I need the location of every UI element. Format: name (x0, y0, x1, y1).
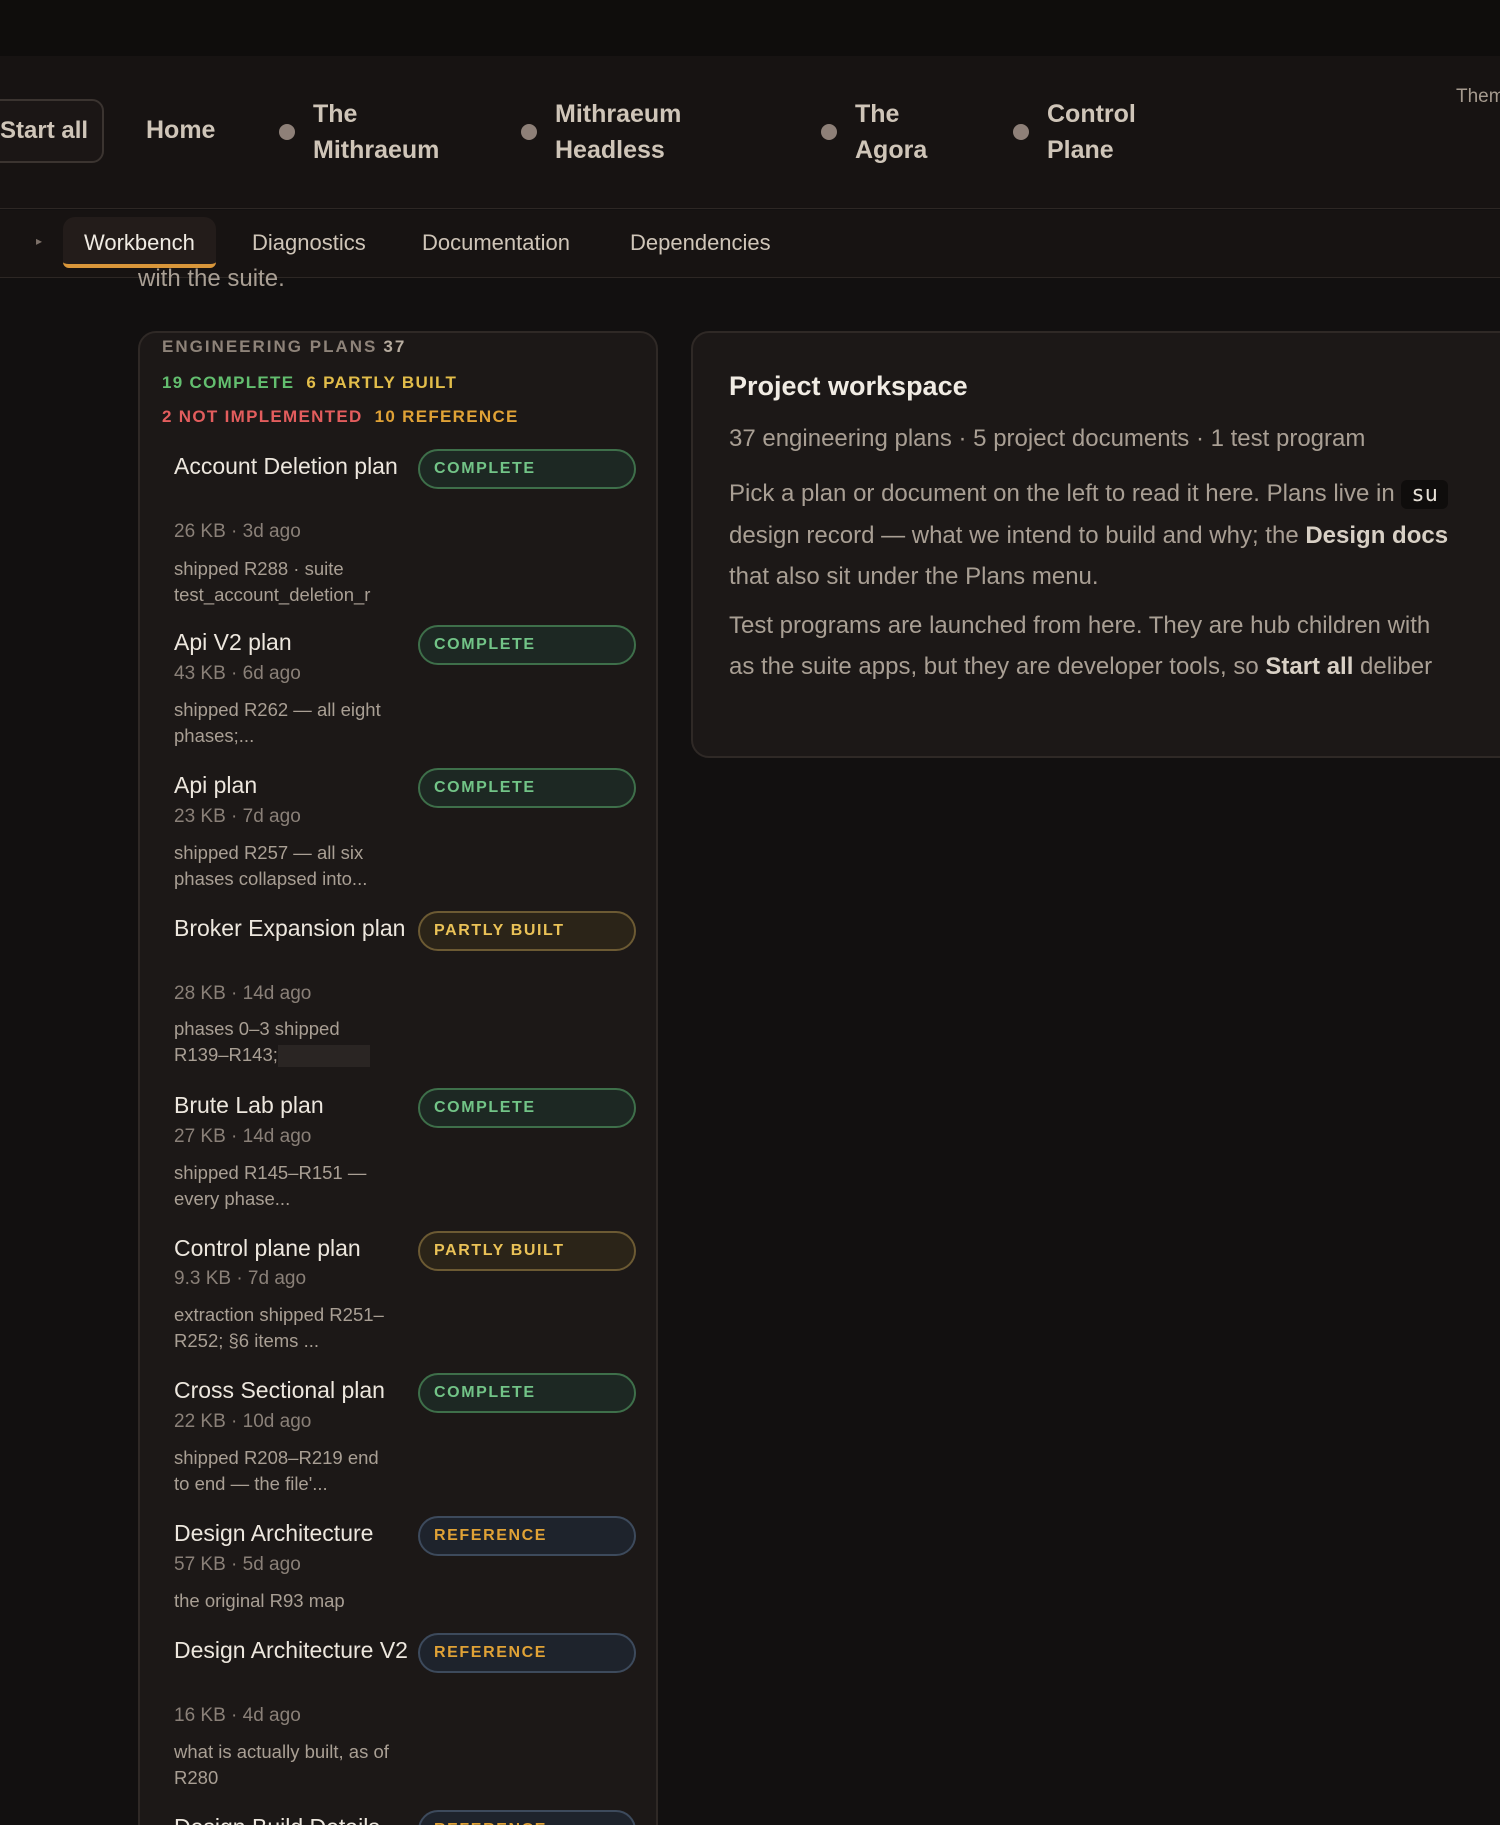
caret-right-icon[interactable]: ▸ (36, 234, 42, 248)
status-badge: COMPLETE (418, 449, 636, 489)
status-badge: COMPLETE (418, 1088, 636, 1128)
plan-meta: 9.3 KB · 7d ago (174, 1268, 307, 1289)
nav-label: The Agora (855, 100, 928, 164)
count-not-implemented[interactable]: 2 NOT IMPLEMENTED (162, 407, 363, 426)
plan-meta: 23 KB · 7d ago (174, 806, 301, 827)
workspace-summary: 37 engineering plans · 5 project documen… (729, 425, 1366, 452)
app-header: Start all Home The Mithraeum Mithraeum Hea… (0, 56, 1500, 209)
status-badge: REFERENCE (418, 1633, 636, 1673)
start-all-button[interactable]: Start all (0, 99, 104, 163)
tab-documentation[interactable]: Documentation (422, 217, 570, 268)
nav-label: The Mithraeum (313, 100, 440, 164)
plan-title: Design Build Details (174, 1810, 414, 1825)
status-counts: 19 COMPLETE 6 PARTLY BUILT (162, 373, 457, 393)
plan-description: phases 0–3 shipped R139–R143; (174, 1016, 394, 1070)
nav-the-mithraeum[interactable]: The Mithraeum (279, 96, 439, 168)
plan-meta: 43 KB · 6d ago (174, 663, 301, 684)
path-code: su (1401, 480, 1448, 509)
status-dot-icon (521, 124, 537, 140)
status-dot-icon (821, 124, 837, 140)
plan-description: shipped R288 · suite test_account_deleti… (174, 558, 371, 605)
plan-meta: 28 KB · 14d ago (174, 983, 312, 1004)
plan-meta: 57 KB · 5d ago (174, 1554, 301, 1575)
plan-meta: 16 KB · 4d ago (174, 1705, 301, 1726)
engineering-plans-panel: ENGINEERING PLANS 37 19 COMPLETE 6 PARTLY … (138, 331, 658, 1825)
status-dot-icon (279, 124, 295, 140)
nav-mithraeum-headless[interactable]: Mithraeum Headless (521, 96, 681, 168)
start-all-emphasis: Start all (1265, 653, 1354, 680)
status-counts-2: 2 NOT IMPLEMENTED 10 REFERENCE (162, 407, 519, 427)
nav-the-agora[interactable]: The Agora (821, 96, 927, 168)
plans-count: 37 (383, 337, 407, 356)
status-badge: REFERENCE (418, 1810, 636, 1825)
plan-title: Control plane plan (174, 1235, 361, 1261)
plan-description: shipped R257 — all six phases collapsed … (174, 842, 368, 889)
plan-title: Design Architecture V2 (174, 1637, 408, 1663)
status-badge: PARTLY BUILT (418, 911, 636, 951)
project-workspace-panel: Project workspace 37 engineering plans ·… (691, 331, 1500, 758)
plans-heading: ENGINEERING PLANS 37 (162, 337, 407, 356)
design-docs-emphasis: Design docs (1305, 522, 1449, 549)
count-partly-built[interactable]: 6 PARTLY BUILT (306, 373, 457, 392)
plan-description: shipped R208–R219 end to end — the file'… (174, 1447, 379, 1494)
count-reference[interactable]: 10 REFERENCE (375, 407, 519, 426)
intro-text: with the suite. (138, 265, 285, 292)
plan-title: Design Architecture (174, 1520, 374, 1546)
status-badge: COMPLETE (418, 625, 636, 665)
nav-control-plane[interactable]: Control Plane (1013, 96, 1136, 168)
redacted-block (277, 1045, 370, 1068)
status-dot-icon (1013, 124, 1029, 140)
plan-title: Broker Expansion plan (174, 915, 406, 941)
plan-title: Account Deletion plan (174, 453, 398, 479)
workspace-paragraph-2: Test programs are launched from here. Th… (729, 612, 1433, 680)
nav-label: Control Plane (1047, 100, 1136, 164)
plan-title: Cross Sectional plan (174, 1377, 385, 1403)
status-badge: COMPLETE (418, 1373, 636, 1413)
plan-title: Api plan (174, 772, 258, 798)
window-top-strip (0, 0, 1500, 56)
plan-description: extraction shipped R251–R252; §6 items .… (174, 1304, 384, 1351)
tab-diagnostics[interactable]: Diagnostics (252, 217, 366, 268)
status-badge: PARTLY BUILT (418, 1231, 636, 1271)
status-badge: COMPLETE (418, 768, 636, 808)
plan-description: shipped R145–R151 — every phase... (174, 1162, 367, 1209)
nav-home[interactable]: Home (146, 116, 215, 145)
plan-meta: 22 KB · 10d ago (174, 1411, 312, 1432)
tab-workbench[interactable]: Workbench (63, 217, 216, 268)
plan-title: Api V2 plan (174, 629, 292, 655)
theme-toggle[interactable]: Them (1456, 86, 1500, 108)
plan-meta: 27 KB · 14d ago (174, 1126, 312, 1147)
workspace-paragraph-1: Pick a plan or document on the left to r… (729, 480, 1449, 590)
nav-label: Mithraeum Headless (555, 100, 682, 164)
tab-dependencies[interactable]: Dependencies (630, 217, 771, 268)
plan-meta: 26 KB · 3d ago (174, 521, 301, 542)
plan-description: what is actually built, as of R280 (174, 1741, 389, 1788)
status-badge: REFERENCE (418, 1516, 636, 1556)
count-complete[interactable]: 19 COMPLETE (162, 373, 294, 392)
plan-description: shipped R262 — all eight phases;... (174, 699, 381, 746)
plan-title: Brute Lab plan (174, 1092, 324, 1118)
plan-description: the original R93 map (174, 1590, 345, 1611)
workspace-title: Project workspace (729, 371, 968, 401)
